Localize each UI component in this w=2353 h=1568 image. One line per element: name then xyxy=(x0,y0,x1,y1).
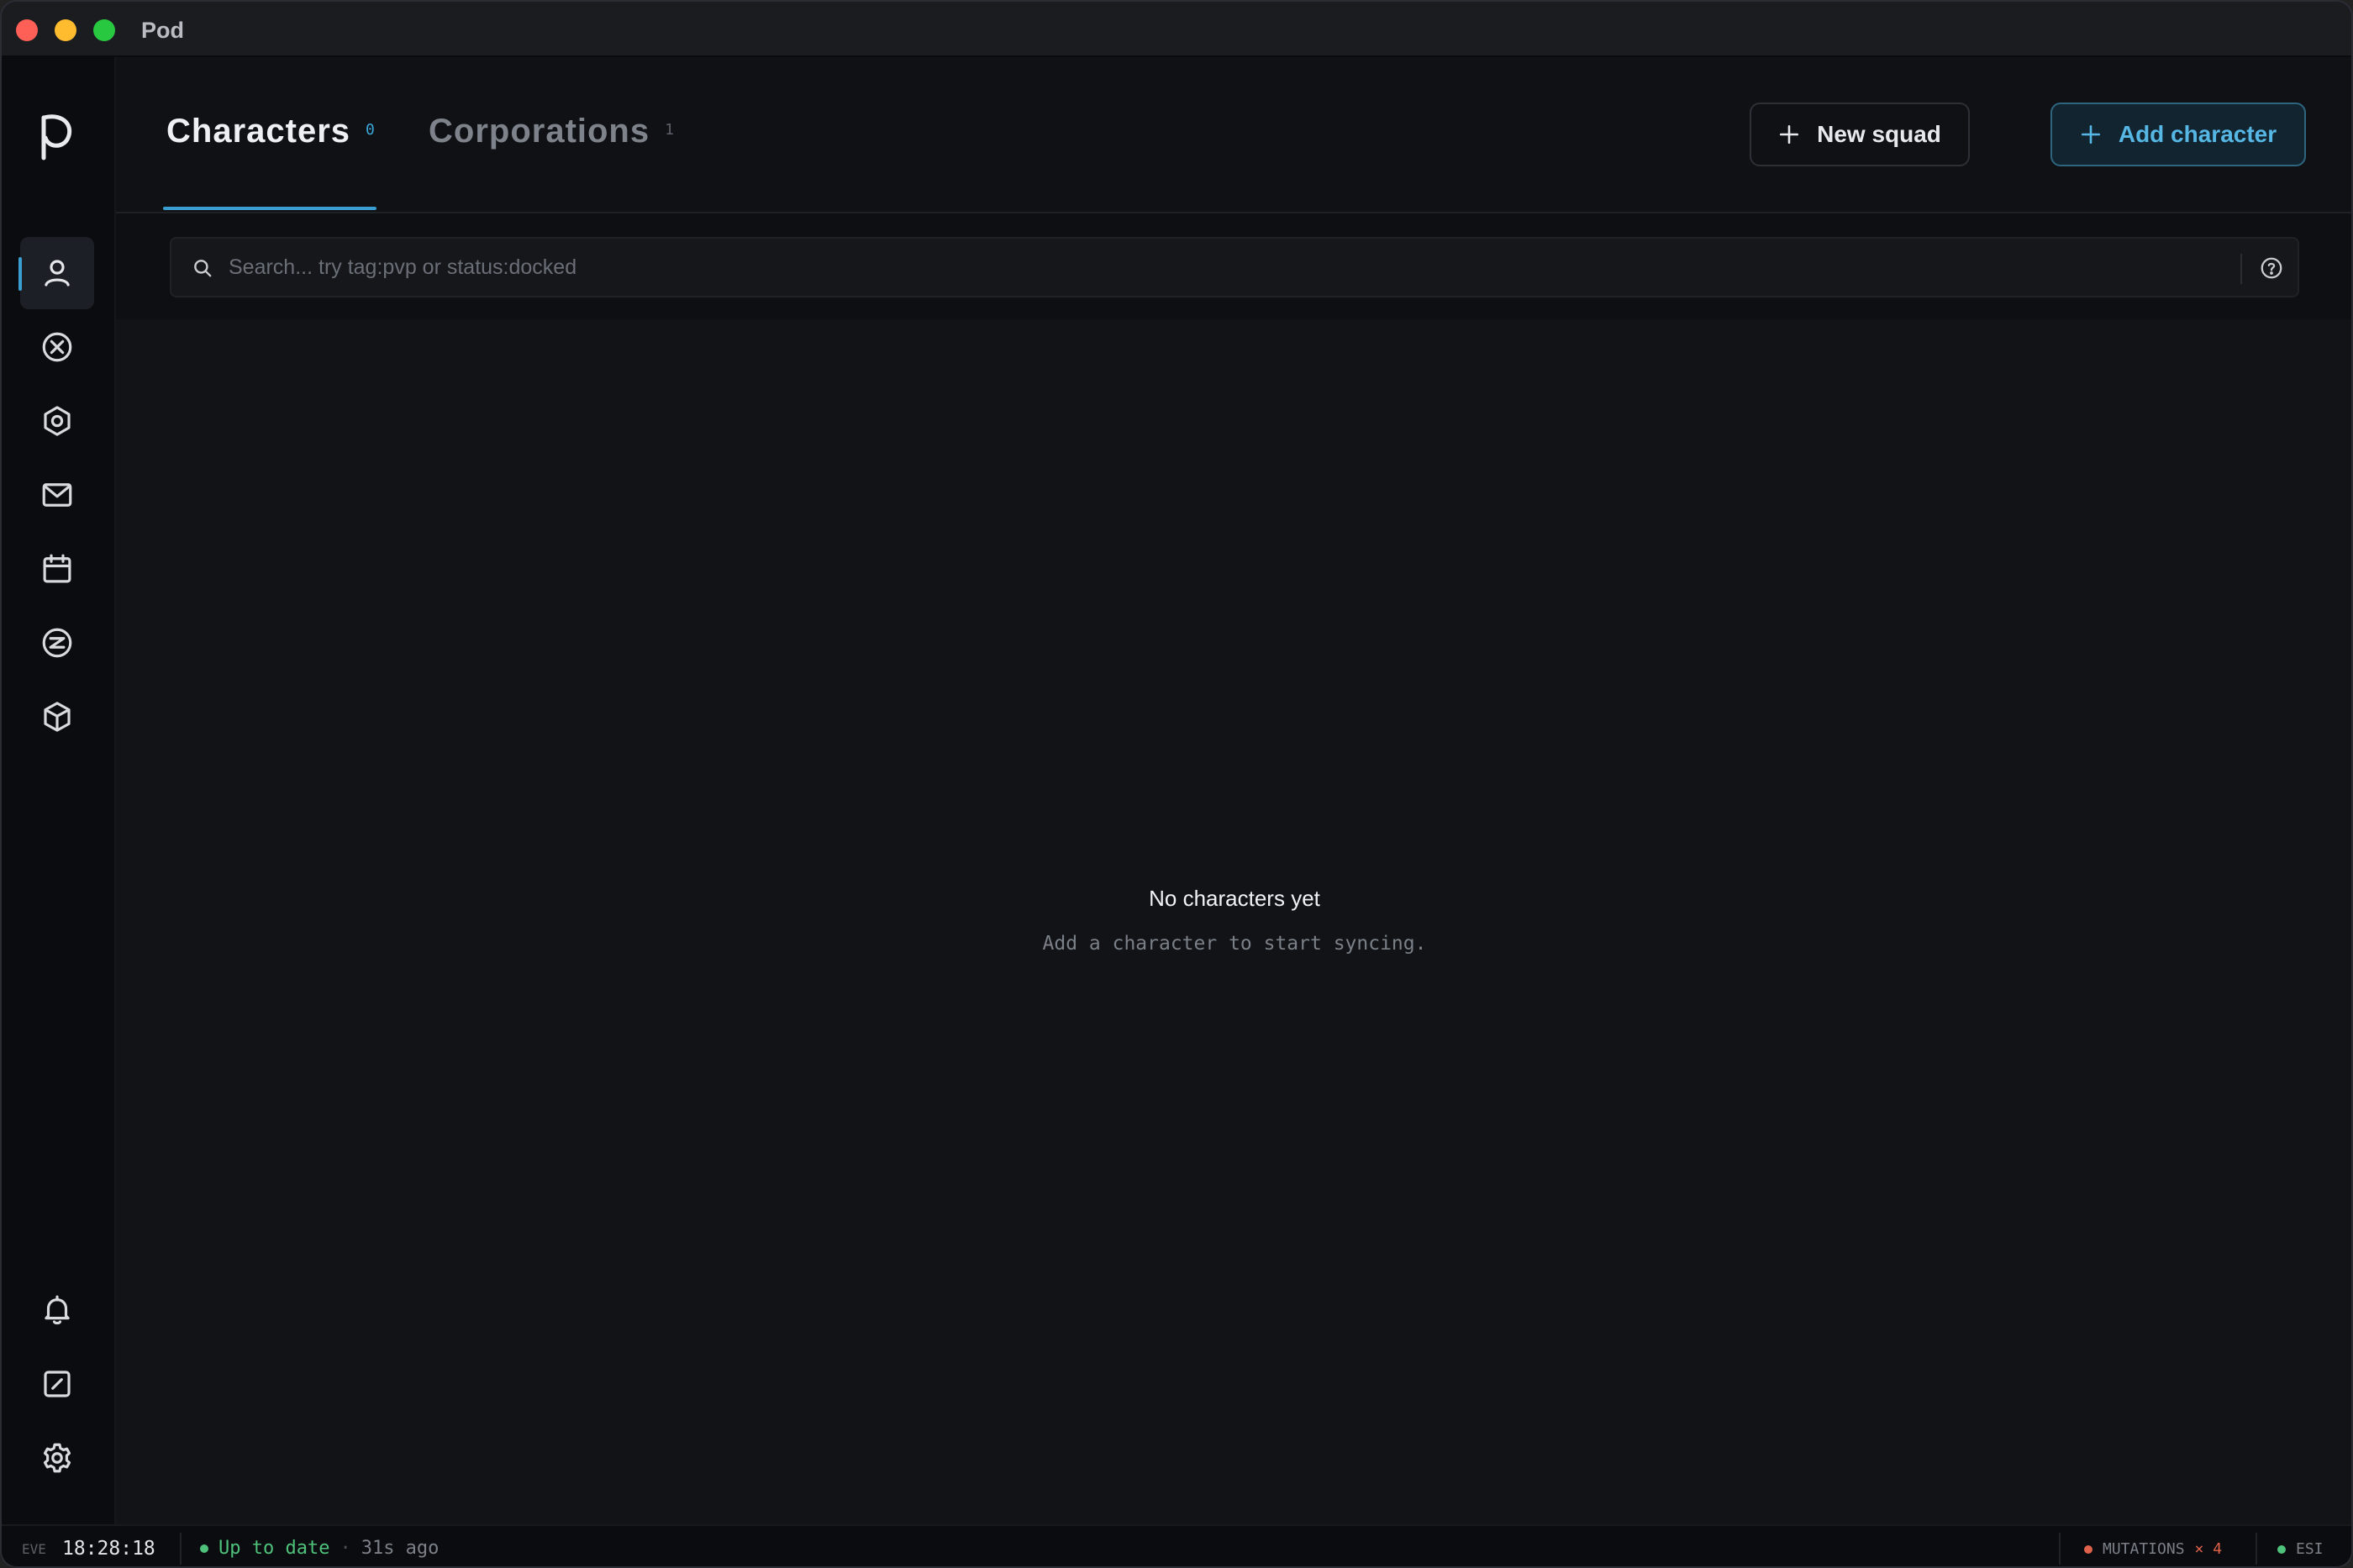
main-content: No characters yet Add a character to sta… xyxy=(116,319,2351,1524)
esi-label: ESI xyxy=(2296,1540,2324,1558)
sidebar-item-wallet[interactable] xyxy=(20,607,94,679)
eve-time-label: EVE xyxy=(22,1541,46,1557)
tab-count-badge: 1 xyxy=(665,121,674,139)
empty-state-subtitle: Add a character to start syncing. xyxy=(1042,933,1427,955)
add-character-button[interactable]: Add character xyxy=(2050,103,2306,166)
sidebar-item-industry[interactable] xyxy=(20,385,94,457)
search-input[interactable] xyxy=(229,239,2220,296)
sidebar xyxy=(2,57,116,1524)
user-icon xyxy=(45,260,70,287)
close-window-button[interactable] xyxy=(16,19,38,41)
sync-ago: 31s ago xyxy=(361,1538,440,1559)
header: Characters 0 Corporations 1 New squad Ad… xyxy=(116,57,2351,213)
sidebar-item-combat[interactable] xyxy=(20,311,94,383)
sync-status[interactable]: Up to date · 31s ago xyxy=(200,1538,439,1559)
plus-icon xyxy=(2081,124,2100,145)
tab-count-badge: 0 xyxy=(366,121,375,139)
mutations-label: MUTATIONS xyxy=(2103,1540,2185,1558)
status-divider xyxy=(180,1533,182,1565)
sidebar-item-notifications[interactable] xyxy=(20,1274,94,1346)
cube-icon xyxy=(44,702,71,732)
window-title: Pod xyxy=(141,18,184,43)
sidebar-item-mail[interactable] xyxy=(20,459,94,531)
mutations-dot xyxy=(2084,1544,2092,1554)
search-box xyxy=(170,237,2299,297)
tab-characters[interactable]: Characters 0 xyxy=(166,113,375,150)
sidebar-item-calendar[interactable] xyxy=(20,533,94,605)
bell-icon xyxy=(45,1295,70,1325)
add-character-label: Add character xyxy=(2118,121,2277,147)
search-icon xyxy=(194,260,212,277)
sidebar-item-assets[interactable] xyxy=(20,681,94,753)
maximize-window-button[interactable] xyxy=(93,19,115,41)
minimize-window-button[interactable] xyxy=(55,19,76,41)
esi-dot xyxy=(2277,1544,2286,1554)
tab-label: Corporations xyxy=(429,113,650,150)
sync-status-text: Up to date xyxy=(218,1538,330,1559)
search-divider xyxy=(2240,254,2242,284)
status-divider xyxy=(2059,1533,2061,1565)
mutations-count: × 4 xyxy=(2194,1540,2223,1558)
tab-label: Characters xyxy=(166,113,351,150)
status-bar: EVE 18:28:18 Up to date · 31s ago MUTATI… xyxy=(2,1524,2351,1566)
mutations-status[interactable]: MUTATIONS × 4 xyxy=(2084,1540,2222,1558)
sidebar-item-dashboard[interactable] xyxy=(20,1348,94,1420)
plus-icon xyxy=(1780,124,1799,145)
gear-icon xyxy=(43,1443,71,1473)
pod-logo[interactable] xyxy=(35,109,77,163)
hexagon-nut-icon xyxy=(44,406,71,436)
sync-status-dot xyxy=(200,1544,208,1553)
sidebar-item-settings[interactable] xyxy=(20,1422,94,1494)
esi-status[interactable]: ESI xyxy=(2277,1540,2324,1558)
mail-icon xyxy=(42,483,72,507)
calendar-icon xyxy=(43,554,71,583)
search-area xyxy=(116,213,2351,319)
new-squad-button[interactable]: New squad xyxy=(1750,103,1970,166)
active-tab-indicator xyxy=(163,207,376,210)
circle-x-icon xyxy=(42,332,72,362)
empty-state-title: No characters yet xyxy=(1149,886,1320,911)
new-squad-label: New squad xyxy=(1817,121,1941,147)
help-icon[interactable] xyxy=(2259,255,2284,281)
title-bar: Pod xyxy=(2,2,2351,57)
sidebar-item-characters[interactable] xyxy=(18,237,94,309)
gauge-icon xyxy=(44,1371,71,1397)
sync-separator: · xyxy=(340,1538,351,1559)
app-window: Pod Characters 0 Corporations 1 New squa… xyxy=(0,0,2353,1568)
status-divider xyxy=(2256,1533,2257,1565)
circle-z-icon xyxy=(42,628,72,658)
eve-time: 18:28:18 xyxy=(62,1538,155,1560)
tab-corporations[interactable]: Corporations 1 xyxy=(429,113,674,150)
